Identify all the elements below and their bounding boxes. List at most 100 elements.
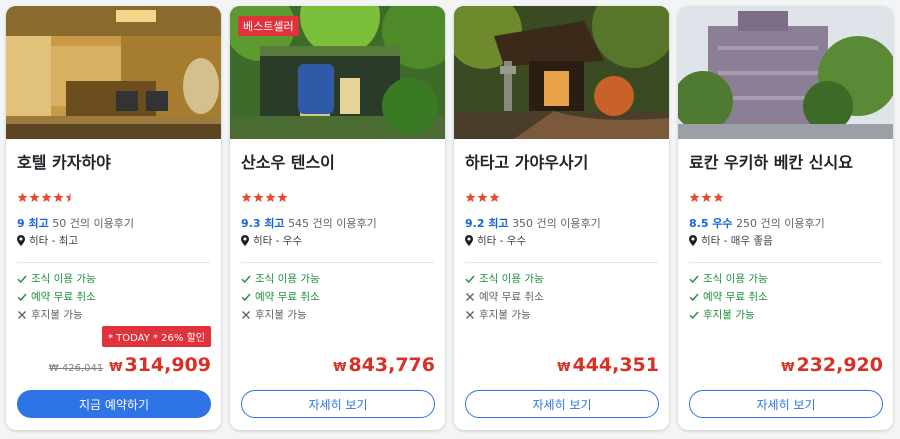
close-icon	[466, 310, 474, 319]
review-count: 250 건의 이용후기	[736, 217, 825, 230]
location-label: 히타 - 우수	[253, 235, 303, 247]
star-icon	[241, 192, 252, 202]
amenity-free-cancellation: 예약 무료 취소	[17, 289, 96, 304]
currency-symbol: ₩	[333, 360, 347, 374]
map-pin-icon	[17, 235, 25, 246]
view-details-button[interactable]: 자세히 보기	[689, 390, 883, 418]
hotel-name[interactable]: 료칸 우키하 베칸 신시요	[689, 149, 853, 173]
amenity-breakfast: 조식 이용 가능	[17, 271, 96, 286]
star-icon	[29, 192, 40, 202]
review-count: 50 건의 이용후기	[52, 217, 134, 230]
review-score: 9 최고	[17, 217, 49, 230]
review-summary: 9 최고 50 건의 이용후기	[17, 215, 134, 231]
star-icon	[713, 192, 724, 202]
hotel-name[interactable]: 산소우 텐스이	[241, 149, 335, 173]
star-icon	[477, 192, 488, 202]
bestseller-badge: 베스트셀러	[238, 16, 299, 36]
price-row: ₩444,351	[557, 354, 659, 376]
divider	[689, 262, 882, 263]
location-label: 히타 - 최고	[29, 235, 79, 247]
hotel-card[interactable]: 호텔 카자하야 9 최고 50 건의 이용후기 히타 - 최고 조식 이용 가능…	[6, 6, 221, 430]
currency-symbol: ₩	[781, 360, 795, 374]
amenity-free-cancellation: 예약 무료 취소	[689, 289, 768, 304]
price-row: ₩843,776	[333, 354, 435, 376]
star-icon	[17, 192, 28, 202]
price-row: ₩ 426,041 ₩314,909	[49, 354, 211, 376]
star-rating	[465, 192, 500, 204]
review-score: 8.5 우수	[689, 217, 733, 230]
price: ₩232,920	[781, 354, 883, 376]
price: ₩843,776	[333, 354, 435, 376]
hotel-photo[interactable]	[678, 6, 893, 139]
currency-symbol: ₩	[557, 360, 571, 374]
hotel-photo[interactable]	[454, 6, 669, 139]
location: 히타 - 우수	[241, 233, 302, 248]
amenity-label: 예약 무료 취소	[703, 291, 768, 303]
map-pin-icon	[241, 235, 249, 246]
check-icon	[241, 293, 251, 301]
hotel-name[interactable]: 하타고 가야우사기	[465, 149, 588, 173]
close-icon	[18, 310, 26, 319]
hotel-card[interactable]: 베스트셀러 산소우 텐스이 9.3 최고 545 건의 이용후기 히타 - 우수…	[230, 6, 445, 430]
currency-symbol: ₩	[109, 360, 123, 374]
amenity-pay-later: 후지불 가능	[689, 307, 755, 322]
close-icon	[242, 310, 250, 319]
review-score: 9.3 최고	[241, 217, 285, 230]
view-details-button[interactable]: 자세히 보기	[465, 390, 659, 418]
hotel-photo[interactable]	[6, 6, 221, 139]
divider	[17, 262, 210, 263]
amenity-breakfast: 조식 이용 가능	[465, 271, 544, 286]
star-icon	[265, 192, 276, 202]
star-rating	[689, 192, 724, 204]
review-count: 545 건의 이용후기	[288, 217, 377, 230]
amenity-label: 조식 이용 가능	[255, 273, 320, 285]
location-label: 히타 - 우수	[477, 235, 527, 247]
hotel-card[interactable]: 료칸 우키하 베칸 신시요 8.5 우수 250 건의 이용후기 히타 - 매우…	[678, 6, 893, 430]
original-price: ₩ 426,041	[48, 363, 104, 374]
price-row: ₩232,920	[781, 354, 883, 376]
amenity-free-cancellation: 예약 무료 취소	[241, 289, 320, 304]
check-icon	[241, 275, 251, 283]
amenity-label: 예약 무료 취소	[255, 291, 320, 303]
star-rating	[17, 192, 76, 204]
amenity-pay-later: 후지불 가능	[17, 307, 83, 322]
check-icon	[17, 275, 27, 283]
price-value: 444,351	[572, 354, 659, 376]
check-icon	[689, 275, 699, 283]
review-score: 9.2 최고	[465, 217, 509, 230]
hotel-photo[interactable]: 베스트셀러	[230, 6, 445, 139]
hotel-card[interactable]: 하타고 가야우사기 9.2 최고 350 건의 이용후기 히타 - 우수 조식 …	[454, 6, 669, 430]
check-icon	[689, 293, 699, 301]
amenity-label: 후지불 가능	[479, 309, 531, 321]
hotel-name[interactable]: 호텔 카자하야	[17, 149, 111, 173]
map-pin-icon	[689, 235, 697, 246]
amenity-label: 후지불 가능	[703, 309, 755, 321]
review-summary: 8.5 우수 250 건의 이용후기	[689, 215, 825, 231]
price-value: 843,776	[348, 354, 435, 376]
amenity-label: 후지불 가능	[31, 309, 83, 321]
hotel-card-list: 호텔 카자하야 9 최고 50 건의 이용후기 히타 - 최고 조식 이용 가능…	[0, 0, 900, 439]
star-icon	[65, 192, 71, 202]
close-icon	[466, 292, 474, 301]
book-now-button[interactable]: 지금 예약하기	[17, 390, 211, 418]
location: 히타 - 최고	[17, 233, 78, 248]
view-details-button[interactable]: 자세히 보기	[241, 390, 435, 418]
check-icon	[465, 275, 475, 283]
amenity-free-cancellation: 예약 무료 취소	[465, 289, 544, 304]
star-icon	[277, 192, 288, 202]
map-pin-icon	[465, 235, 473, 246]
amenity-label: 조식 이용 가능	[31, 273, 96, 285]
check-icon	[689, 311, 699, 319]
star-icon	[41, 192, 52, 202]
amenity-label: 후지불 가능	[255, 309, 307, 321]
amenity-label: 예약 무료 취소	[31, 291, 96, 303]
check-icon	[17, 293, 27, 301]
review-summary: 9.3 최고 545 건의 이용후기	[241, 215, 377, 231]
discount-badge: * TODAY * 26% 할인	[101, 326, 211, 347]
amenity-label: 조식 이용 가능	[479, 273, 544, 285]
divider	[465, 262, 658, 263]
price: ₩314,909	[109, 354, 211, 376]
star-icon	[465, 192, 476, 202]
amenity-breakfast: 조식 이용 가능	[241, 271, 320, 286]
star-icon	[689, 192, 700, 202]
